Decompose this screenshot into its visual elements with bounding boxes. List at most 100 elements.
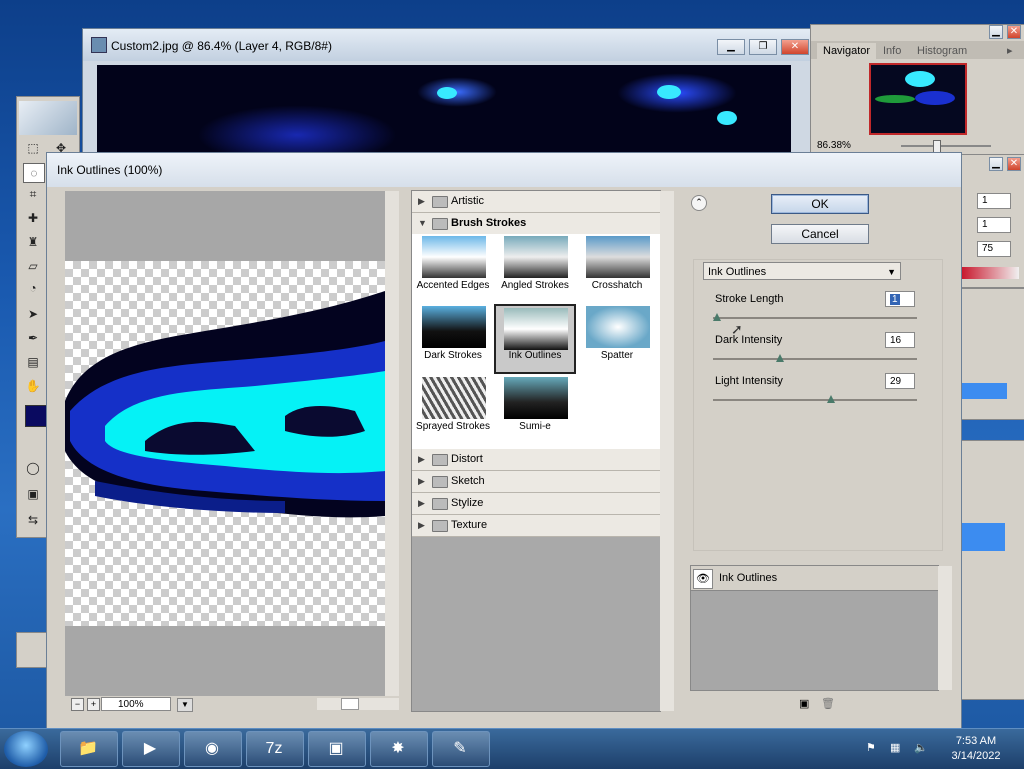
category-sketch[interactable]: ▶ Sketch	[412, 471, 660, 493]
folder-icon	[432, 498, 448, 510]
marquee-tool-icon[interactable]: ⬚	[23, 139, 43, 157]
thumb-label: Ink Outlines	[508, 350, 562, 361]
category-artistic[interactable]: ▶ Artistic	[412, 191, 660, 213]
thumb-dark-strokes[interactable]: Dark Strokes	[412, 304, 494, 374]
path-select-icon[interactable]: ➤	[23, 305, 43, 323]
preview-horizontal-scrollbar[interactable]	[317, 698, 399, 710]
panel-menu-icon[interactable]: ▸	[1001, 43, 1019, 59]
quick-mask-icon[interactable]: ◯	[23, 459, 43, 477]
windows-explorer-icon: 📁	[78, 740, 98, 757]
panel-minimize-button[interactable]: ▁	[989, 25, 1003, 39]
category-brush-strokes[interactable]: ▼ Brush Strokes	[412, 213, 660, 235]
navigator-zoom-slider[interactable]	[901, 140, 991, 154]
selected-history-row[interactable]	[961, 523, 1005, 551]
eye-icon[interactable]: 👁	[693, 569, 713, 589]
slider-knob[interactable]	[826, 395, 835, 403]
start-button[interactable]	[4, 731, 48, 767]
category-distort[interactable]: ▶ Distort	[412, 449, 660, 471]
action-center-icon[interactable]: ⚑	[866, 741, 876, 754]
panel-close-button[interactable]: ✕	[1007, 25, 1021, 39]
layers-panel-stub	[958, 288, 1024, 420]
jump-to-imageready-icon[interactable]: ⇆	[23, 511, 43, 529]
hand-tool-icon[interactable]: ✋	[23, 377, 43, 395]
zoom-out-button[interactable]: −	[71, 698, 84, 711]
document-window: Custom2.jpg @ 86.4% (Layer 4, RGB/8#) ▁ …	[82, 28, 812, 165]
effect-layers-scrollbar[interactable]	[938, 566, 952, 690]
volume-icon[interactable]: 🔈	[914, 741, 928, 754]
filter-browser-scrollbar[interactable]	[660, 191, 674, 711]
zoom-level[interactable]: 100%	[101, 697, 171, 711]
taskbar-app-photoshop[interactable]: ✎	[432, 731, 490, 767]
light-intensity-slider[interactable]	[713, 395, 917, 403]
ok-button[interactable]: OK	[771, 194, 869, 214]
thumb-sumi-e[interactable]: Sumi-e	[494, 375, 576, 445]
effect-layer-row[interactable]: 👁 Ink Outlines	[691, 566, 938, 591]
slider-knob[interactable]	[775, 354, 784, 362]
light-intensity-input[interactable]: 29	[885, 373, 915, 389]
blur-tool-icon[interactable]: ◔	[23, 279, 43, 297]
delete-effect-layer-icon[interactable]: 🗑	[821, 697, 835, 710]
notes-tool-icon[interactable]: ▤	[23, 353, 43, 371]
crop-tool-icon[interactable]: ⌗	[23, 185, 43, 203]
taskbar-app-7-zip[interactable]: 7z	[246, 731, 304, 767]
taskbar-app-media-player[interactable]: ▶	[122, 731, 180, 767]
cancel-button[interactable]: Cancel	[771, 224, 869, 244]
tab-info[interactable]: Info	[877, 43, 907, 59]
clock[interactable]: 7:53 AM 3/14/2022	[944, 734, 1008, 764]
info-minimize-button[interactable]: ▁	[989, 157, 1003, 171]
taskbar-app-paint[interactable]: ✸	[370, 731, 428, 767]
thumb-ink-outlines[interactable]: Ink Outlines	[494, 304, 576, 374]
dark-intensity-label: Dark Intensity	[715, 334, 783, 346]
category-texture[interactable]: ▶ Texture	[412, 515, 660, 537]
taskbar-app-chrome[interactable]: ◉	[184, 731, 242, 767]
info-close-button[interactable]: ✕	[1007, 157, 1021, 171]
screen-mode-icon[interactable]: ▣	[23, 485, 43, 503]
tab-navigator[interactable]: Navigator	[817, 43, 877, 59]
preview-vertical-scrollbar[interactable]	[385, 191, 399, 696]
healing-brush-icon[interactable]: ✚	[23, 209, 43, 227]
lasso-tool-icon[interactable]: ◌	[23, 163, 45, 183]
dark-intensity-input[interactable]: 16	[885, 332, 915, 348]
tab-histogram[interactable]: Histogram	[911, 43, 973, 59]
category-stylize[interactable]: ▶ Stylize	[412, 493, 660, 515]
selected-layer-row[interactable]	[961, 383, 1007, 399]
close-button[interactable]: ✕	[781, 39, 809, 55]
slider-knob[interactable]	[713, 313, 721, 321]
thumb-crosshatch[interactable]: Crosshatch	[576, 234, 658, 304]
zoom-dropdown-icon[interactable]: ▼	[177, 698, 193, 712]
document-titlebar[interactable]: Custom2.jpg @ 86.4% (Layer 4, RGB/8#) ▁ …	[83, 29, 811, 61]
network-icon[interactable]: ▦	[890, 741, 900, 754]
minimize-button[interactable]: ▁	[717, 39, 745, 55]
filter-preview[interactable]	[65, 191, 385, 696]
stroke-length-slider[interactable]	[713, 313, 917, 321]
document-canvas[interactable]	[97, 65, 791, 165]
thumb-sprayed-strokes[interactable]: Sprayed Strokes	[412, 375, 494, 445]
collapse-browser-icon[interactable]: ⌃	[691, 195, 707, 211]
filter-browser: ▶ Artistic ▼ Brush Strokes Accented Edge…	[411, 190, 674, 712]
foreground-color-swatch[interactable]	[25, 405, 47, 427]
info-value-3[interactable]: 75	[977, 241, 1011, 257]
filter-dialog: Ink Outlines (100%) − + 100% ▼ ▶ Artisti…	[46, 152, 962, 730]
info-value-1[interactable]: 1	[977, 193, 1011, 209]
navigator-zoom[interactable]: 86.38%	[817, 140, 851, 151]
pen-tool-icon[interactable]: ✒	[23, 329, 43, 347]
thumb-spatter[interactable]: Spatter	[576, 304, 658, 374]
taskbar-app-windows-explorer[interactable]: 📁	[60, 731, 118, 767]
thumb-angled-strokes[interactable]: Angled Strokes	[494, 234, 576, 304]
stroke-length-input[interactable]: 1	[885, 291, 915, 307]
taskbar-app-image-viewer[interactable]: ▣	[308, 731, 366, 767]
info-value-2[interactable]: 1	[977, 217, 1011, 233]
eraser-tool-icon[interactable]: ▱	[23, 257, 43, 275]
filter-select[interactable]: Ink Outlines ▼	[703, 262, 901, 280]
navigator-thumbnail[interactable]	[869, 63, 967, 135]
zoom-in-button[interactable]: +	[87, 698, 100, 711]
thumb-label: Dark Strokes	[424, 350, 482, 361]
color-ramp[interactable]	[961, 267, 1019, 279]
dialog-titlebar[interactable]: Ink Outlines (100%)	[47, 153, 961, 187]
thumb-accented-edges[interactable]: Accented Edges	[412, 234, 494, 304]
new-effect-layer-icon[interactable]: ▣	[799, 697, 809, 710]
stamp-tool-icon[interactable]: ♜	[23, 233, 43, 251]
thumb-label: Crosshatch	[591, 280, 643, 291]
dark-intensity-slider[interactable]	[713, 354, 917, 362]
restore-button[interactable]: ❐	[749, 39, 777, 55]
